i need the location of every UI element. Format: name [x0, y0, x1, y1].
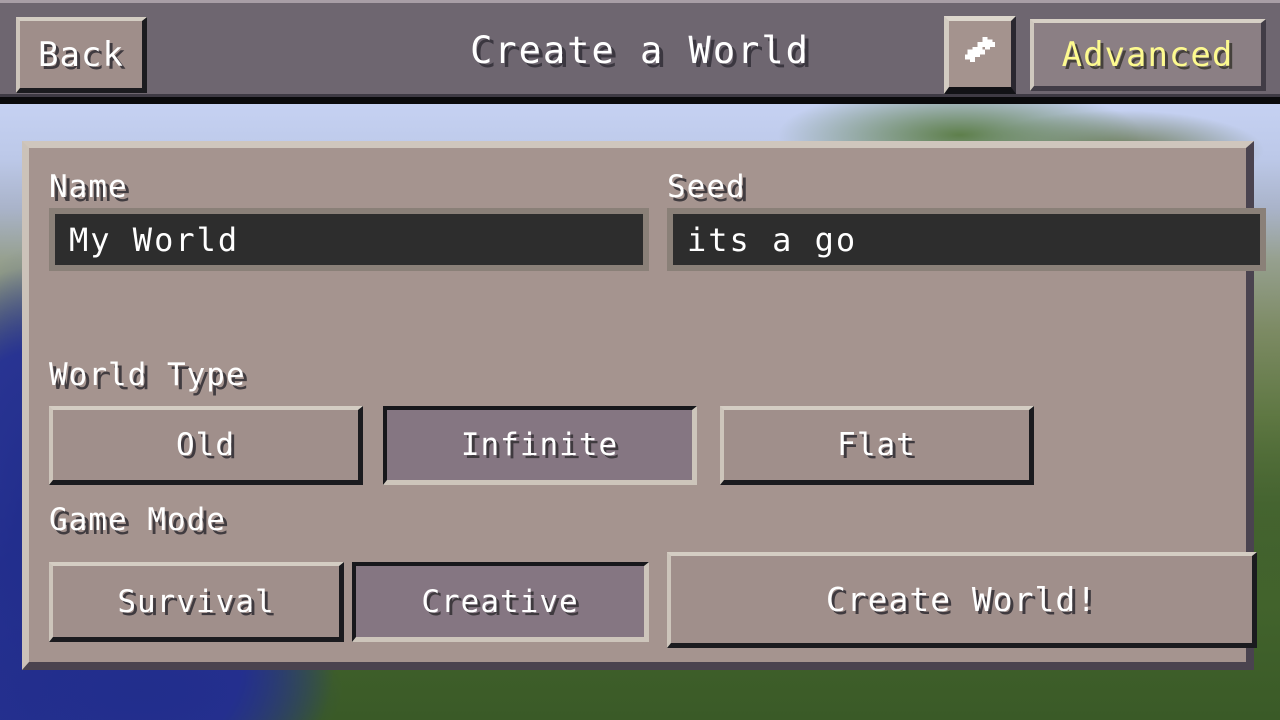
game-screen: Back Create a World Advanced Name My Wor… [0, 0, 1280, 720]
top-header-bar: Back Create a World Advanced [0, 0, 1280, 104]
world-type-option-flat[interactable]: Flat [720, 406, 1034, 485]
seed-label: Seed [667, 169, 746, 205]
advanced-button[interactable]: Advanced [1030, 19, 1266, 91]
seed-input[interactable]: its a go [667, 208, 1266, 271]
swap-button[interactable] [944, 16, 1016, 94]
create-world-button[interactable]: Create World! [667, 552, 1257, 648]
world-type-option-flat-label: Flat [837, 427, 916, 463]
game-mode-option-creative[interactable]: Creative [352, 562, 649, 642]
name-input[interactable]: My World [49, 208, 649, 271]
world-type-option-infinite[interactable]: Infinite [383, 406, 697, 485]
world-type-option-old[interactable]: Old [49, 406, 363, 485]
world-type-option-infinite-label: Infinite [460, 427, 619, 463]
world-type-label: World Type [49, 357, 246, 393]
create-world-button-label: Create World! [825, 580, 1098, 619]
game-mode-option-survival[interactable]: Survival [49, 562, 344, 642]
name-label: Name [49, 169, 128, 205]
game-mode-option-creative-label: Creative [421, 583, 579, 620]
world-type-option-old-label: Old [176, 427, 235, 463]
game-mode-option-survival-label: Survival [117, 583, 275, 620]
create-world-panel: Name My World Seed its a go World Type O… [22, 141, 1266, 670]
game-mode-label: Game Mode [49, 502, 226, 538]
diagonal-double-arrow-icon [960, 32, 1000, 76]
advanced-button-label: Advanced [1061, 34, 1234, 75]
header-inner: Back Create a World Advanced [0, 3, 1280, 97]
